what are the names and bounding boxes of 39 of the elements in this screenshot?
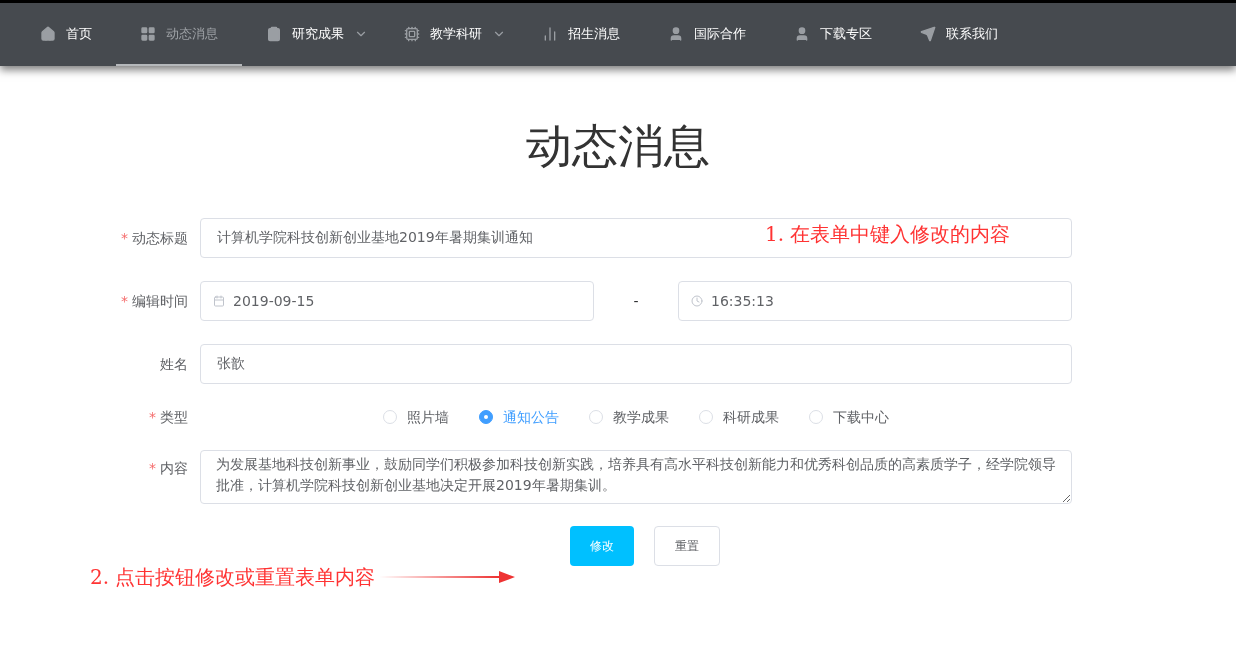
field-label: 动态标题 (132, 229, 188, 248)
required-mark: * (121, 292, 128, 311)
nav-item[interactable]: 联系我们 (896, 3, 1022, 66)
time-field[interactable]: 16:35:13 (678, 281, 1072, 321)
clipboard-icon (266, 25, 282, 42)
nav-item[interactable]: 教学科研 (380, 3, 518, 66)
bar-chart-icon (542, 25, 558, 42)
chip-icon (404, 25, 420, 42)
required-mark: * (149, 459, 156, 478)
content-textarea[interactable]: 为发展基地科技创新事业，鼓励同学们积极参加科技创新实践，培养具有高水平科技创新能力和优秀科创品质的高素质学子，经学院领导批准，计算机学院科技创新创业基地决定开展2019年暑期集训。 (200, 450, 1072, 504)
send-icon (920, 25, 936, 42)
nav-item[interactable]: 首页 (16, 3, 116, 66)
range-separator: - (632, 292, 640, 311)
required-mark: * (149, 408, 156, 427)
nav-item[interactable]: 招生消息 (518, 3, 644, 66)
field-label: 内容 (160, 459, 188, 478)
nav-item[interactable]: 下载专区 (770, 3, 896, 66)
nav-item[interactable]: 动态消息 (116, 3, 242, 66)
grid-icon (140, 25, 156, 42)
clock-icon (691, 295, 703, 307)
calendar-icon (213, 295, 225, 307)
field-label: 姓名 (160, 355, 188, 374)
text-field[interactable]: 张歆 (200, 344, 1072, 384)
radio-option[interactable]: 科研成果 (699, 407, 779, 427)
annotation-text: 2. 点击按钮修改或重置表单内容 (90, 564, 376, 591)
nav-item[interactable]: 研究成果 (242, 3, 380, 66)
radio-option[interactable]: 下载中心 (809, 407, 889, 427)
user-icon (794, 25, 810, 42)
radio-option[interactable]: 照片墙 (383, 407, 449, 427)
nav-item[interactable]: 国际合作 (644, 3, 770, 66)
field-label: 类型 (160, 408, 188, 427)
required-mark: * (121, 229, 128, 248)
page-title: 动态消息 (525, 118, 711, 175)
user-icon (668, 25, 684, 42)
field-label: 编辑时间 (132, 292, 188, 311)
date-field[interactable]: 2019-09-15 (200, 281, 594, 321)
reset-button[interactable]: 重置 (654, 526, 720, 566)
radio-option[interactable]: 教学成果 (589, 407, 669, 427)
home-icon (40, 25, 56, 42)
